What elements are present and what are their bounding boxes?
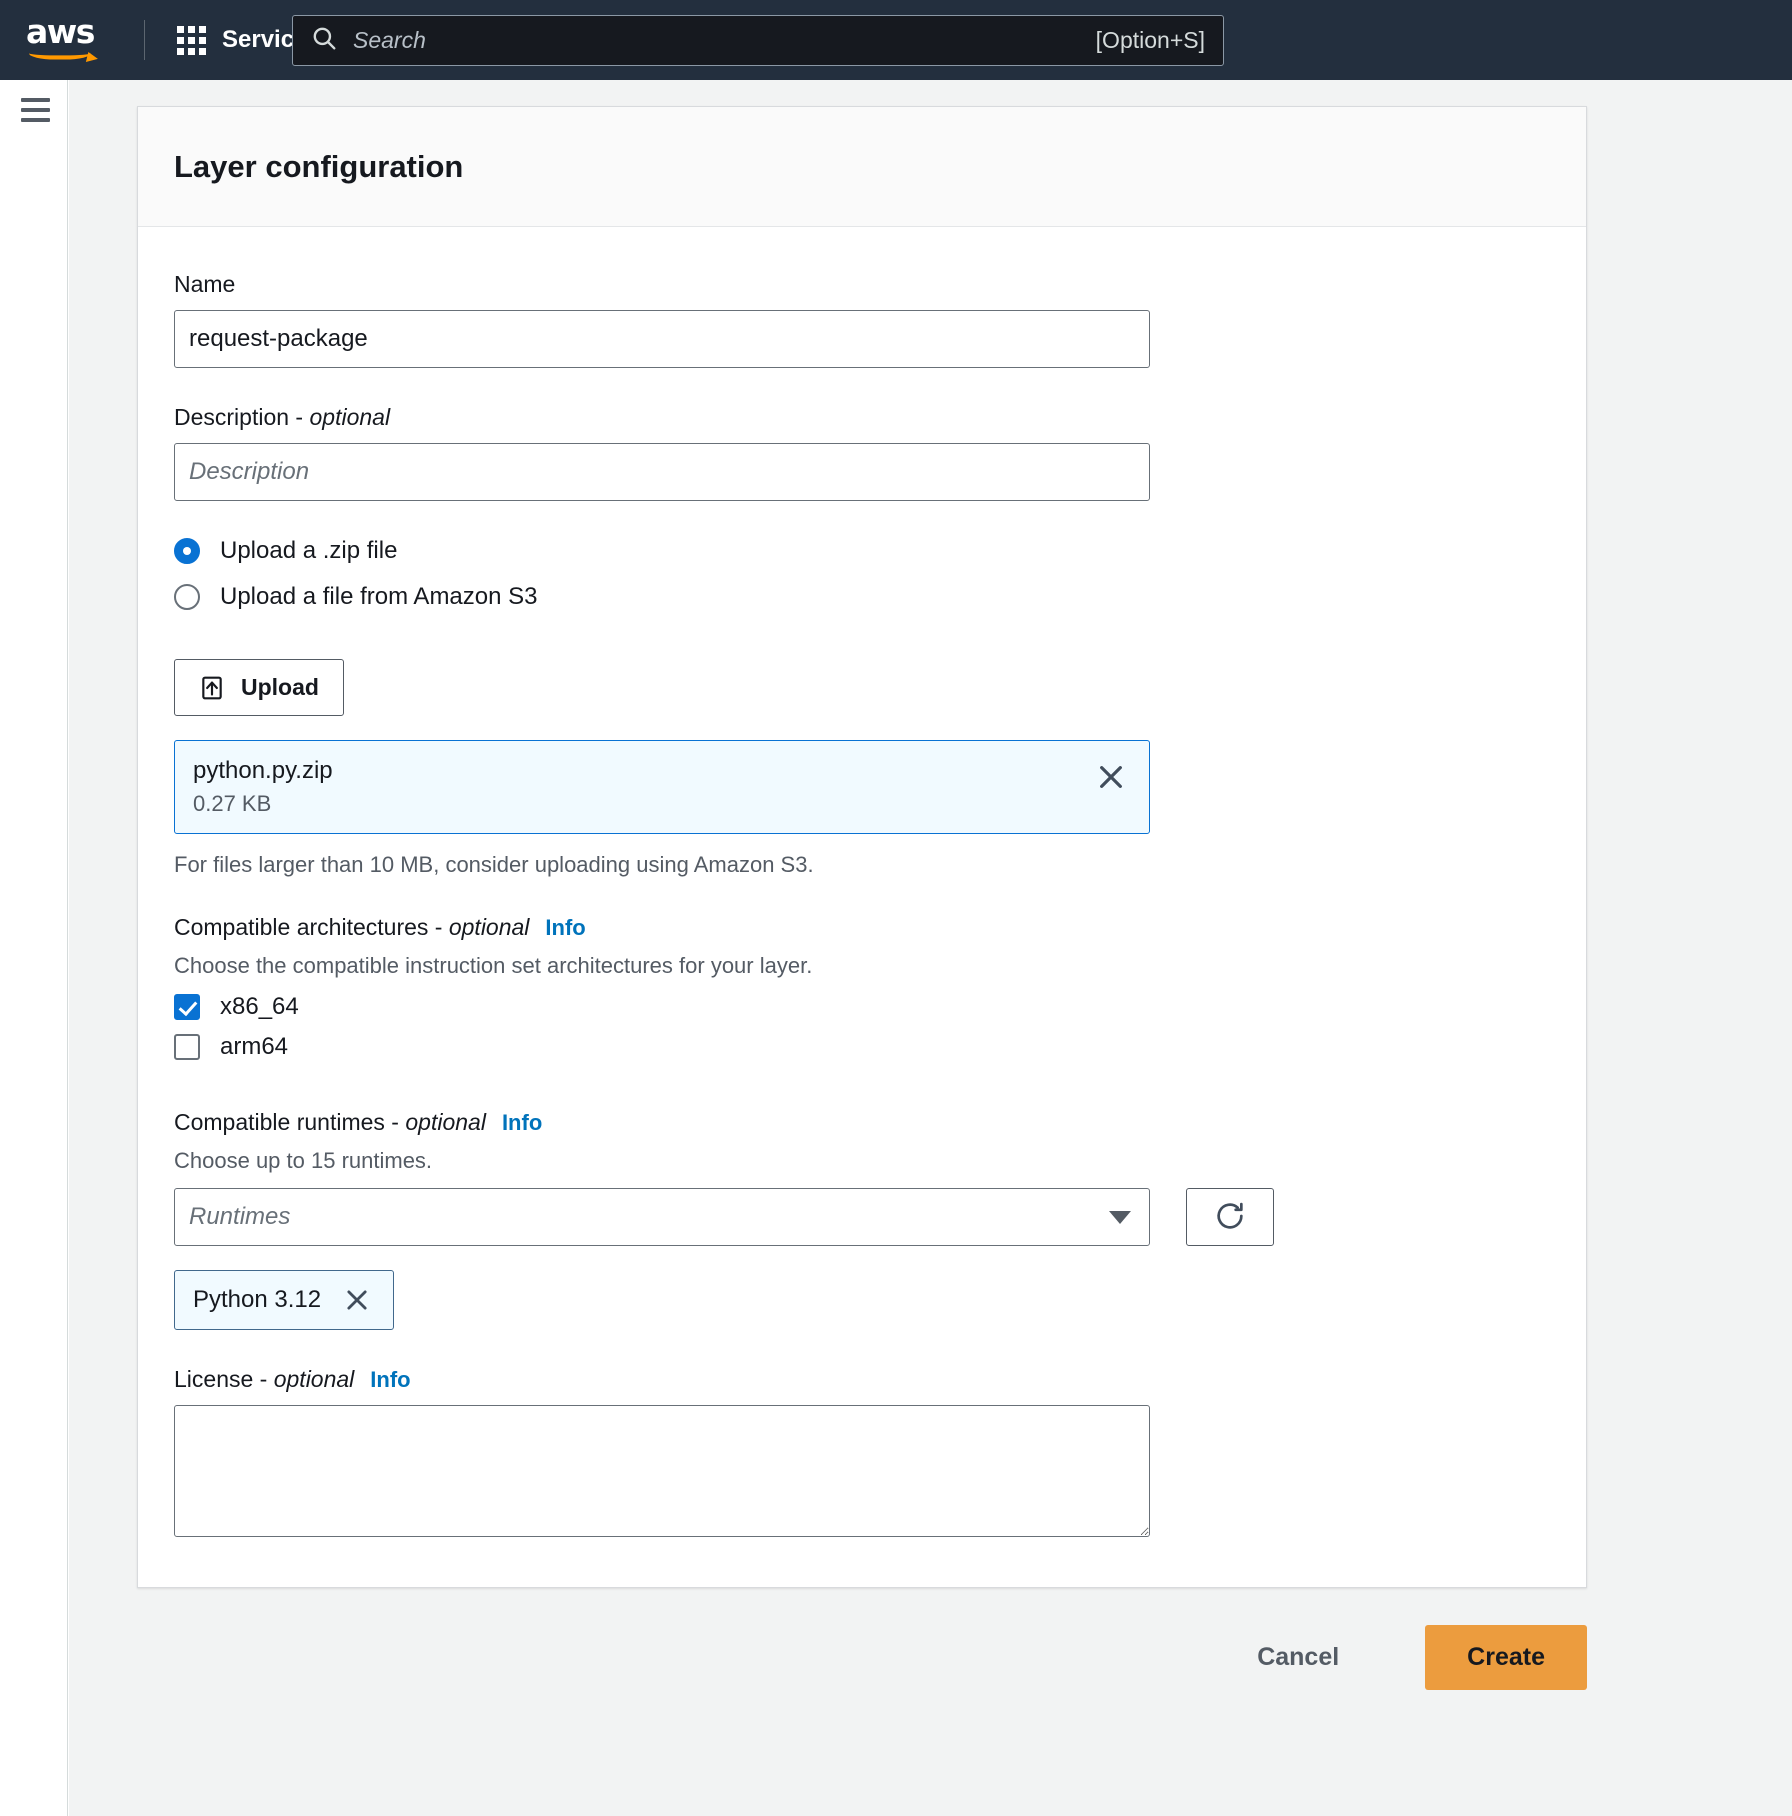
grid-apps-icon xyxy=(177,25,206,55)
aws-wordmark: aws xyxy=(26,12,95,51)
search-icon xyxy=(311,25,337,56)
nav-divider xyxy=(144,20,145,60)
panel-body: Name Description - optional Upload a .zi… xyxy=(138,227,1586,1587)
description-label-text: Description - xyxy=(174,404,310,430)
upload-button-label: Upload xyxy=(241,674,319,700)
description-optional-text: optional xyxy=(309,404,391,430)
radio-indicator-unselected xyxy=(174,584,200,610)
upload-arrow-icon xyxy=(199,675,225,701)
name-label: Name xyxy=(174,271,236,297)
page-title: Layer configuration xyxy=(174,148,464,184)
license-info-link[interactable]: Info xyxy=(370,1367,410,1392)
aws-logo[interactable]: aws xyxy=(26,12,112,63)
checkbox-arm64[interactable]: arm64 xyxy=(174,1033,1550,1061)
radio-upload-s3-label: Upload a file from Amazon S3 xyxy=(220,583,538,610)
form-footer-actions: Cancel Create xyxy=(137,1592,1587,1722)
runtimes-select[interactable]: Runtimes xyxy=(174,1188,1150,1246)
architectures-optional-text: optional xyxy=(448,914,530,940)
hamburger-bar xyxy=(21,118,50,122)
checkbox-x86-64[interactable]: x86_64 xyxy=(174,993,1550,1021)
architectures-info-link[interactable]: Info xyxy=(545,915,585,940)
checkbox-x86-64-label: x86_64 xyxy=(220,993,299,1020)
top-navigation-bar: aws Services [Option+S] xyxy=(0,0,1792,80)
search-input[interactable] xyxy=(353,27,1096,54)
radio-upload-zip-label: Upload a .zip file xyxy=(220,537,398,564)
hamburger-bar xyxy=(21,98,50,102)
runtime-token-python312: Python 3.12 xyxy=(174,1270,395,1330)
global-search-bar[interactable]: [Option+S] xyxy=(292,15,1224,66)
runtimes-info-link[interactable]: Info xyxy=(502,1110,542,1135)
uploaded-file-chip: python.py.zip 0.27 KB xyxy=(174,740,1150,834)
refresh-icon xyxy=(1213,1199,1247,1236)
description-input[interactable] xyxy=(174,443,1150,501)
close-x-icon xyxy=(343,1290,371,1317)
left-side-rail xyxy=(0,80,68,1816)
runtimes-select-placeholder: Runtimes xyxy=(189,1203,291,1230)
runtimes-label: Compatible runtimes - optional Info xyxy=(174,1109,1550,1136)
hamburger-bar xyxy=(21,108,50,112)
upload-size-hint: For files larger than 10 MB, consider up… xyxy=(174,852,814,877)
name-input[interactable] xyxy=(174,310,1150,368)
license-optional-text: optional xyxy=(273,1366,355,1392)
aws-smile-icon xyxy=(29,44,91,60)
checkbox-arm64-label: arm64 xyxy=(220,1033,289,1060)
create-button[interactable]: Create xyxy=(1425,1624,1587,1690)
runtimes-select-row: Runtimes xyxy=(174,1188,1550,1246)
architectures-label: Compatible architectures - optional Info xyxy=(174,914,1550,941)
radio-upload-zip[interactable]: Upload a .zip file xyxy=(174,537,1550,565)
radio-upload-s3[interactable]: Upload a file from Amazon S3 xyxy=(174,583,1550,611)
remove-file-button[interactable] xyxy=(1091,757,1131,797)
architectures-label-text: Compatible architectures - xyxy=(174,914,449,940)
license-textarea[interactable] xyxy=(174,1405,1150,1537)
uploaded-file-name: python.py.zip xyxy=(193,757,333,784)
chevron-down-icon xyxy=(1109,1210,1131,1224)
hamburger-menu-icon[interactable] xyxy=(21,98,50,122)
uploaded-file-size: 0.27 KB xyxy=(193,791,272,816)
runtime-token-label: Python 3.12 xyxy=(193,1286,322,1313)
license-label-text: License - xyxy=(174,1366,274,1392)
uploaded-file-info: python.py.zip 0.27 KB xyxy=(193,757,333,817)
license-label: License - optional Info xyxy=(174,1366,1550,1393)
description-label: Description - optional xyxy=(174,404,1550,431)
architectures-description: Choose the compatible instruction set ar… xyxy=(174,953,813,978)
upload-button[interactable]: Upload xyxy=(174,659,344,716)
checkbox-indicator-unchecked xyxy=(174,1034,200,1060)
refresh-runtimes-button[interactable] xyxy=(1186,1188,1274,1246)
panel-header: Layer configuration xyxy=(138,107,1586,227)
runtimes-description: Choose up to 15 runtimes. xyxy=(174,1148,433,1173)
remove-runtime-token-button[interactable] xyxy=(339,1282,375,1318)
radio-indicator-selected xyxy=(174,538,200,564)
cancel-button[interactable]: Cancel xyxy=(1231,1627,1365,1688)
runtimes-label-text: Compatible runtimes - xyxy=(174,1109,406,1135)
close-x-icon xyxy=(1095,766,1127,796)
runtimes-optional-text: optional xyxy=(405,1109,486,1135)
checkbox-indicator-checked xyxy=(174,994,200,1020)
layer-configuration-panel: Layer configuration Name Description - o… xyxy=(137,106,1587,1588)
main-content-area: Layer configuration Name Description - o… xyxy=(69,80,1792,1816)
search-shortcut-hint: [Option+S] xyxy=(1095,27,1205,53)
